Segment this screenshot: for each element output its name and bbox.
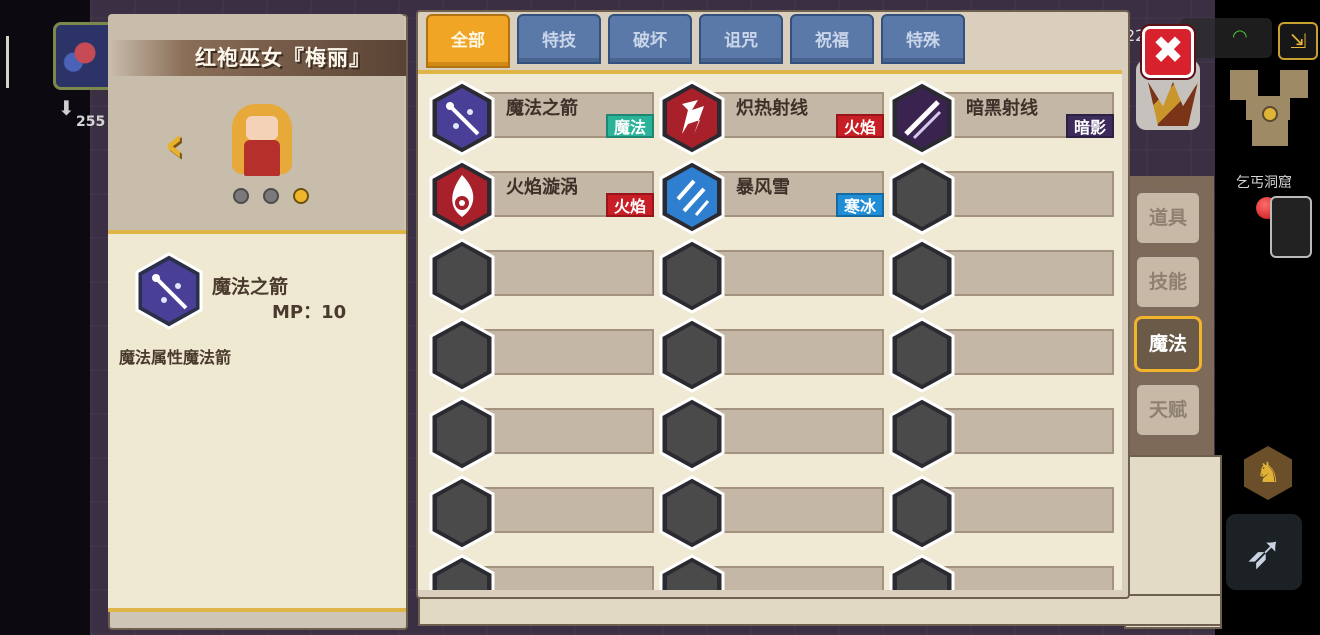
skills-grid: 魔法之箭 魔法 炽热射线 火焰 暗黑射线 暗影 火焰漩涡 火焰 暴风雪 寒冰 <box>418 70 1122 590</box>
empty-hex-icon <box>888 159 956 235</box>
element-badge: 火焰 <box>605 193 654 217</box>
empty-skill-slot[interactable] <box>658 238 884 314</box>
selected-skill-name: 魔法之箭 <box>212 276 289 298</box>
phone-icon[interactable] <box>1270 196 1312 258</box>
empty-skill-slot[interactable] <box>888 554 1114 590</box>
magic-arrow-icon <box>428 80 496 156</box>
character-name: 红袍巫女『梅丽』 <box>195 46 371 70</box>
minimap-player-marker <box>1262 106 1278 122</box>
tab-5[interactable]: 特殊 <box>881 14 965 64</box>
empty-skill-slot[interactable] <box>428 554 654 590</box>
skill-slot[interactable]: 炽热射线火焰 <box>658 80 884 156</box>
tab-3[interactable]: 诅咒 <box>699 14 783 64</box>
skill-slot[interactable]: 火焰漩涡火焰 <box>428 159 654 235</box>
empty-hex-icon <box>428 554 496 590</box>
element-badge: 暗影 <box>1065 114 1114 138</box>
empty-skill-slot[interactable] <box>658 317 884 393</box>
close-icon[interactable]: ✖ <box>1142 26 1194 78</box>
coin-count: 255 <box>76 114 106 130</box>
skill-name: 魔法之箭 <box>506 98 578 119</box>
bow-weapon-button[interactable]: ➶ <box>1226 514 1302 590</box>
empty-skill-slot[interactable] <box>888 396 1114 472</box>
category-2[interactable]: 魔法 <box>1134 316 1202 372</box>
skill-slot[interactable]: 暴风雪寒冰 <box>658 159 884 235</box>
empty-skill-slot[interactable] <box>428 317 654 393</box>
empty-skill-slot[interactable] <box>428 475 654 551</box>
fire-ray-icon <box>658 80 726 156</box>
empty-skill-slot[interactable] <box>888 238 1114 314</box>
empty-skill-slot[interactable] <box>658 475 884 551</box>
empty-hex-icon <box>428 238 496 314</box>
wifi-icon: ◠ <box>1232 26 1248 47</box>
game-background-left <box>0 0 100 635</box>
empty-skill-slot[interactable] <box>888 159 1114 235</box>
empty-hex-icon <box>888 475 956 551</box>
filter-tabs: 全部 特技 破坏 诅咒 祝福 特殊 <box>426 12 982 70</box>
skill-slot[interactable]: 魔法之箭魔法 <box>428 80 654 156</box>
skill-name: 暴风雪 <box>736 177 790 198</box>
tab-1[interactable]: 特技 <box>517 14 601 64</box>
empty-skill-slot[interactable] <box>658 554 884 590</box>
dark-ray-icon <box>888 80 956 156</box>
tab-2[interactable]: 破坏 <box>608 14 692 64</box>
skill-name: 炽热射线 <box>736 98 808 119</box>
skill-name: 暗黑射线 <box>966 98 1038 119</box>
character-sprite <box>232 100 292 180</box>
empty-hex-icon <box>428 396 496 472</box>
page-dot[interactable] <box>233 188 249 204</box>
page-dot[interactable] <box>293 188 309 204</box>
empty-hex-icon <box>888 396 956 472</box>
category-0[interactable]: 道具 <box>1134 190 1202 246</box>
skill-name: 火焰漩涡 <box>506 177 578 198</box>
empty-hex-icon <box>658 554 726 590</box>
tab-0[interactable]: 全部 <box>426 14 510 68</box>
element-badge: 寒冰 <box>835 193 884 217</box>
location-name: 乞丐洞窟 <box>1236 175 1292 191</box>
element-badge: 魔法 <box>605 114 654 138</box>
empty-skill-slot[interactable] <box>888 475 1114 551</box>
empty-hex-icon <box>428 475 496 551</box>
empty-hex-icon <box>888 238 956 314</box>
tab-4[interactable]: 祝福 <box>790 14 874 64</box>
empty-hex-icon <box>658 238 726 314</box>
empty-hex-icon <box>888 554 956 590</box>
skill-slot[interactable]: 暗黑射线暗影 <box>888 80 1114 156</box>
chevron-left-icon[interactable]: ‹ <box>164 119 208 169</box>
element-badge: 火焰 <box>835 114 884 138</box>
empty-hex-icon <box>658 396 726 472</box>
exit-icon[interactable]: ⇲ <box>1278 22 1318 60</box>
category-3[interactable]: 天赋 <box>1134 382 1202 438</box>
empty-skill-slot[interactable] <box>428 238 654 314</box>
selected-skill-description: 魔法属性魔法箭 <box>119 348 232 367</box>
empty-skill-slot[interactable] <box>888 317 1114 393</box>
magic-arrow-icon <box>135 252 203 330</box>
selected-skill-mp: MP：10 <box>272 302 347 323</box>
blizzard-icon <box>658 159 726 235</box>
page-dot[interactable] <box>263 188 279 204</box>
empty-skill-slot[interactable] <box>658 396 884 472</box>
empty-hex-icon <box>658 317 726 393</box>
empty-hex-icon <box>658 475 726 551</box>
empty-hex-icon <box>888 317 956 393</box>
fire-vortex-icon <box>428 159 496 235</box>
category-1[interactable]: 技能 <box>1134 254 1202 310</box>
empty-skill-slot[interactable] <box>428 396 654 472</box>
hud-health-bar <box>6 36 9 88</box>
empty-hex-icon <box>428 317 496 393</box>
